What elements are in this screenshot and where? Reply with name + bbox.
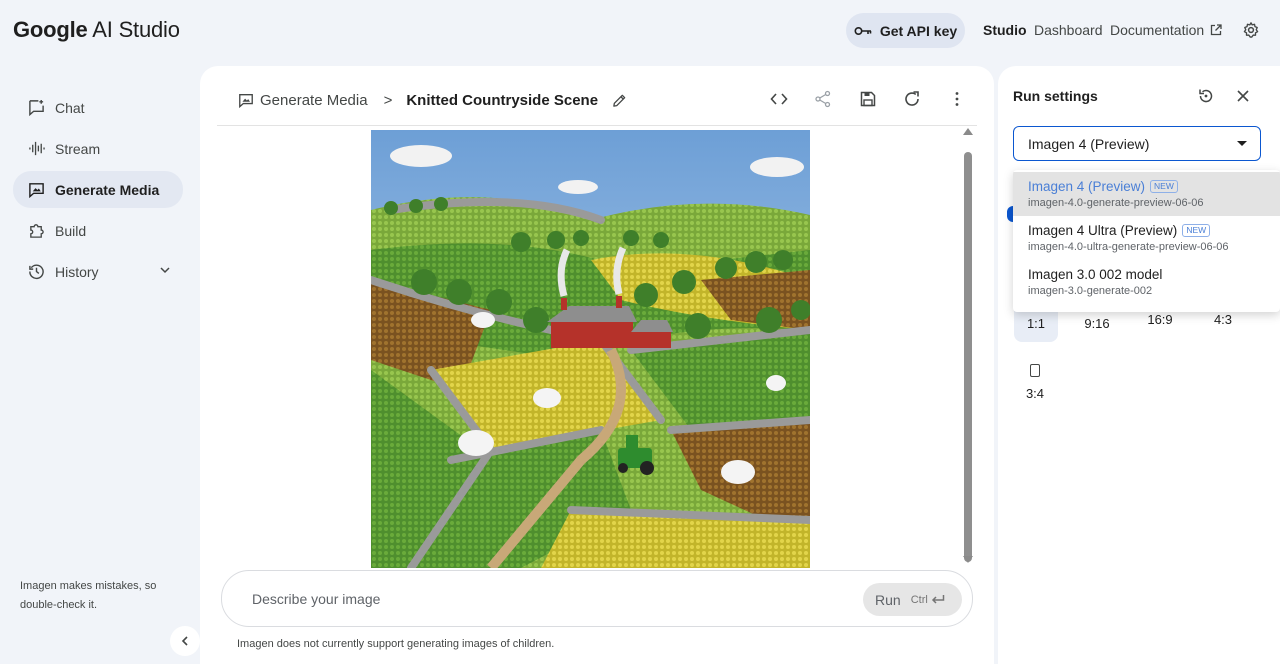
sidebar-item-build[interactable]: Build	[13, 212, 183, 249]
chat-icon	[29, 99, 44, 116]
sidebar-item-label: History	[55, 263, 99, 280]
history-icon	[29, 264, 44, 280]
sidebar-item-label: Chat	[55, 99, 85, 116]
aspect-ratio-label: 16:9	[1147, 312, 1173, 327]
run-settings-title: Run settings	[1013, 88, 1098, 104]
knitted-countryside-image	[371, 130, 810, 568]
new-badge: NEW	[1182, 224, 1211, 237]
sidebar-item-history[interactable]: History	[13, 253, 183, 290]
model-option[interactable]: Imagen 3.0 002 model imagen-3.0-generate…	[1013, 260, 1280, 304]
toolbar-divider	[217, 125, 977, 126]
save-icon[interactable]	[859, 90, 877, 108]
nav-documentation-label: Documentation	[1110, 22, 1205, 38]
enter-key-icon	[931, 595, 945, 604]
logo-google: Google	[13, 17, 88, 42]
breadcrumb-separator: >	[383, 91, 393, 109]
sidebar-item-chat[interactable]: Chat	[13, 89, 183, 126]
refresh-icon[interactable]	[903, 90, 921, 108]
media-icon	[239, 94, 253, 108]
nav-documentation[interactable]: Documentation	[1110, 22, 1222, 38]
edit-title-icon[interactable]	[612, 93, 627, 108]
image-scrollbar[interactable]	[963, 128, 973, 568]
more-vert-icon[interactable]	[948, 90, 966, 108]
run-shortcut: Ctrl	[911, 594, 945, 606]
logo-product: AI Studio	[87, 17, 180, 42]
waveform-icon	[29, 141, 45, 156]
model-option-name: Imagen 4 (Preview)	[1028, 179, 1146, 194]
model-option-name: Imagen 4 Ultra (Preview)	[1028, 223, 1178, 238]
aspect-ratio-label: 9:16	[1084, 316, 1110, 331]
generated-image[interactable]	[371, 130, 810, 568]
key-icon	[854, 26, 872, 35]
close-icon[interactable]	[1234, 87, 1252, 105]
aspect-ratio-label: 4:3	[1213, 312, 1233, 327]
portrait-shape-icon	[1030, 364, 1040, 377]
model-option[interactable]: Imagen 4 Ultra (Preview) NEW imagen-4.0-…	[1013, 216, 1280, 260]
aspect-ratio-3-4[interactable]: 3:4	[1013, 362, 1057, 406]
page-title: Knitted Countryside Scene	[406, 91, 599, 109]
prompt-input[interactable]	[252, 589, 812, 609]
run-settings-panel: Run settings Imagen 4 (Preview) 1:1 9:16…	[998, 66, 1280, 664]
chevron-down-icon	[160, 267, 170, 274]
media-icon	[29, 183, 44, 198]
scroll-down-arrow[interactable]	[963, 556, 973, 563]
prompt-box: Run Ctrl	[221, 570, 973, 627]
breadcrumb: Generate Media > Knitted Countryside Sce…	[238, 90, 627, 110]
collapse-sidebar-button[interactable]	[170, 626, 200, 656]
sidebar-disclaimer: Imagen makes mistakes, so double-check i…	[20, 580, 157, 611]
nav-studio[interactable]: Studio	[983, 22, 1027, 38]
new-badge: NEW	[1150, 180, 1178, 193]
reset-settings-icon[interactable]	[1197, 87, 1215, 105]
share-icon[interactable]	[814, 90, 832, 108]
sidebar-item-label: Stream	[55, 140, 101, 157]
get-api-key-label: Get API key	[879, 22, 958, 39]
model-option[interactable]: Imagen 4 (Preview) NEW imagen-4.0-genera…	[1013, 172, 1280, 216]
run-button[interactable]: Run Ctrl	[863, 583, 962, 616]
run-button-label: Run	[875, 591, 901, 608]
scroll-up-arrow[interactable]	[963, 128, 973, 135]
top-header: Google AI Studio Get API key Studio Dash…	[0, 0, 1280, 62]
model-option-id: imagen-3.0-generate-002	[1028, 285, 1153, 297]
model-select-value: Imagen 4 (Preview)	[1028, 135, 1150, 152]
app-logo[interactable]: Google AI Studio	[13, 17, 180, 43]
settings-gear-icon[interactable]	[1242, 21, 1260, 39]
model-option-name-row: Imagen 4 Ultra (Preview) NEW	[1028, 223, 1211, 238]
get-api-key-button[interactable]: Get API key	[846, 13, 965, 48]
external-link-icon	[1211, 24, 1222, 36]
code-icon[interactable]	[770, 90, 788, 108]
main-panel: Generate Media > Knitted Countryside Sce…	[200, 66, 994, 664]
model-option-name-row: Imagen 4 (Preview) NEW	[1028, 179, 1178, 194]
breadcrumb-root-label: Generate Media	[260, 91, 368, 109]
model-dropdown-menu: Imagen 4 (Preview) NEW imagen-4.0-genera…	[1013, 170, 1280, 312]
model-option-name: Imagen 3.0 002 model	[1028, 267, 1163, 282]
sidebar-item-generate-media[interactable]: Generate Media	[13, 171, 183, 208]
puzzle-icon	[30, 224, 44, 238]
nav-dashboard[interactable]: Dashboard	[1034, 22, 1103, 38]
run-shortcut-key: Ctrl	[910, 593, 928, 606]
model-option-id: imagen-4.0-ultra-generate-preview-06-06	[1028, 241, 1229, 253]
model-option-name-row: Imagen 3.0 002 model	[1028, 267, 1162, 282]
model-select[interactable]: Imagen 4 (Preview)	[1013, 126, 1261, 161]
breadcrumb-root[interactable]: Generate Media	[238, 92, 368, 109]
model-option-id: imagen-4.0-generate-preview-06-06	[1028, 197, 1204, 209]
aspect-ratio-label: 1:1	[1026, 316, 1046, 331]
chevron-left-icon	[181, 636, 188, 646]
children-disclaimer: Imagen does not currently support genera…	[237, 638, 555, 650]
scroll-thumb[interactable]	[964, 152, 972, 562]
sidebar-item-label: Generate Media	[55, 181, 160, 198]
sidebar-item-stream[interactable]: Stream	[13, 130, 183, 167]
caret-down-icon	[1237, 141, 1247, 146]
sidebar-item-label: Build	[55, 222, 87, 239]
aspect-ratio-label: 3:4	[1025, 386, 1045, 401]
